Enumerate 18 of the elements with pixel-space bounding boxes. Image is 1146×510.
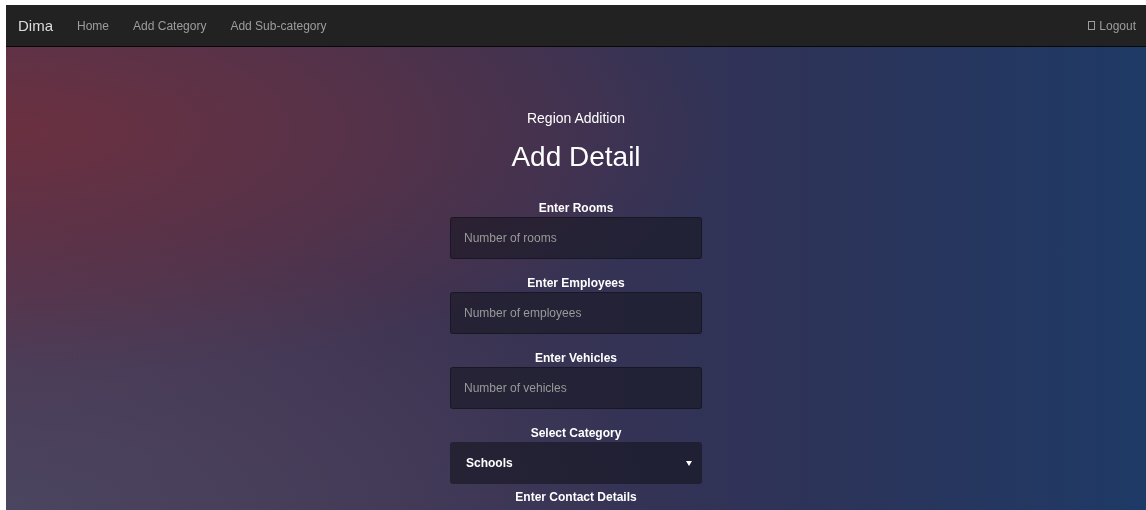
field-label: Enter Employees — [527, 276, 625, 290]
nav-link[interactable]: Add Sub-category — [230, 18, 327, 33]
field-label: Enter Rooms — [538, 201, 614, 215]
category-dropdown[interactable]: Schools — [450, 442, 702, 484]
field-label: Enter Vehicles — [534, 351, 617, 365]
logout-link[interactable]: Logout — [1088, 18, 1136, 33]
nav-link[interactable]: Home — [77, 18, 110, 33]
brand-link[interactable]: Dima — [18, 17, 53, 34]
field-label: Select Category — [530, 426, 622, 440]
section-heading: Enter Contact Details — [515, 490, 637, 504]
number-input-field[interactable]: Number of employees — [450, 292, 702, 334]
page-subtitle: Region Addition — [526, 110, 626, 126]
number-input-field[interactable]: Number of rooms — [450, 217, 702, 259]
number-input-field[interactable]: Number of vehicles — [450, 367, 702, 409]
caret-icon — [686, 460, 692, 466]
page-title: Add Detail — [511, 141, 641, 174]
box-icon — [1088, 21, 1096, 30]
nav-link[interactable]: Add Category — [133, 18, 207, 33]
